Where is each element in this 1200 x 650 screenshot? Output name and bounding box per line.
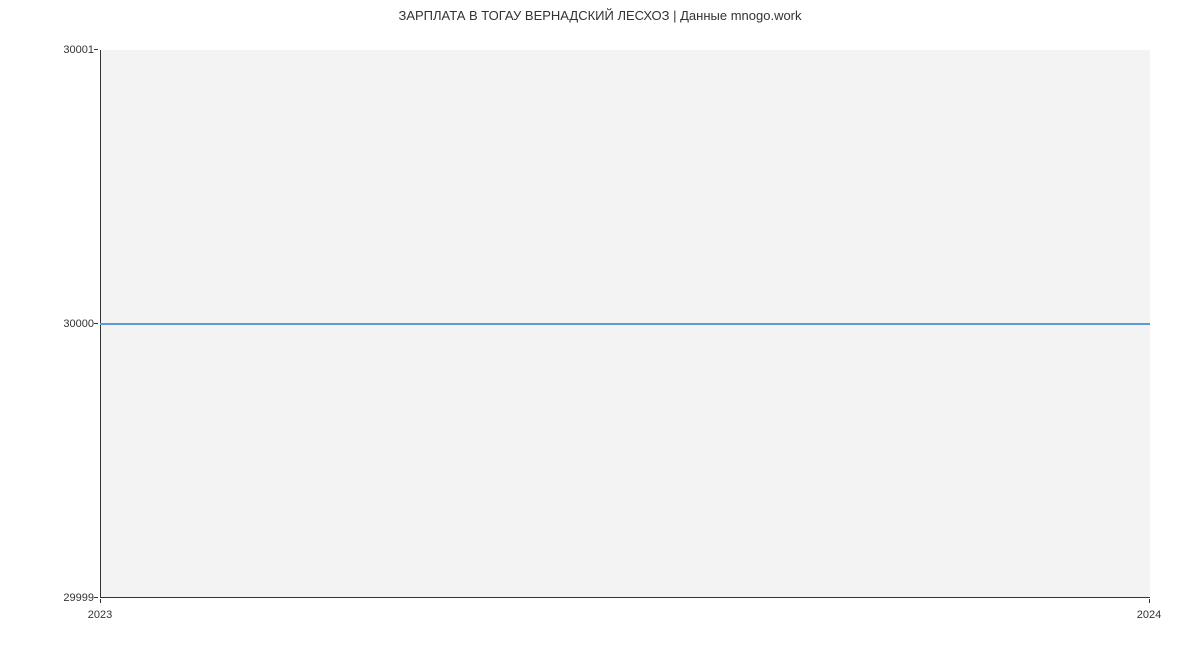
y-axis-label: 30001: [63, 44, 94, 56]
x-axis-label: 2024: [1137, 609, 1161, 621]
data-line: [100, 323, 1150, 325]
y-axis-tick: [94, 323, 98, 324]
y-axis-label: 30000: [63, 318, 94, 330]
chart-title: ЗАРПЛАТА В ТОГАУ ВЕРНАДСКИЙ ЛЕСХОЗ | Дан…: [0, 8, 1200, 23]
y-axis-tick: [94, 597, 98, 598]
x-axis-tick: [1149, 599, 1150, 603]
x-axis-tick: [100, 599, 101, 603]
y-axis-label: 29999: [63, 592, 94, 604]
x-axis-label: 2023: [88, 609, 112, 621]
y-axis-tick: [94, 49, 98, 50]
chart-container: ЗАРПЛАТА В ТОГАУ ВЕРНАДСКИЙ ЛЕСХОЗ | Дан…: [0, 0, 1200, 650]
